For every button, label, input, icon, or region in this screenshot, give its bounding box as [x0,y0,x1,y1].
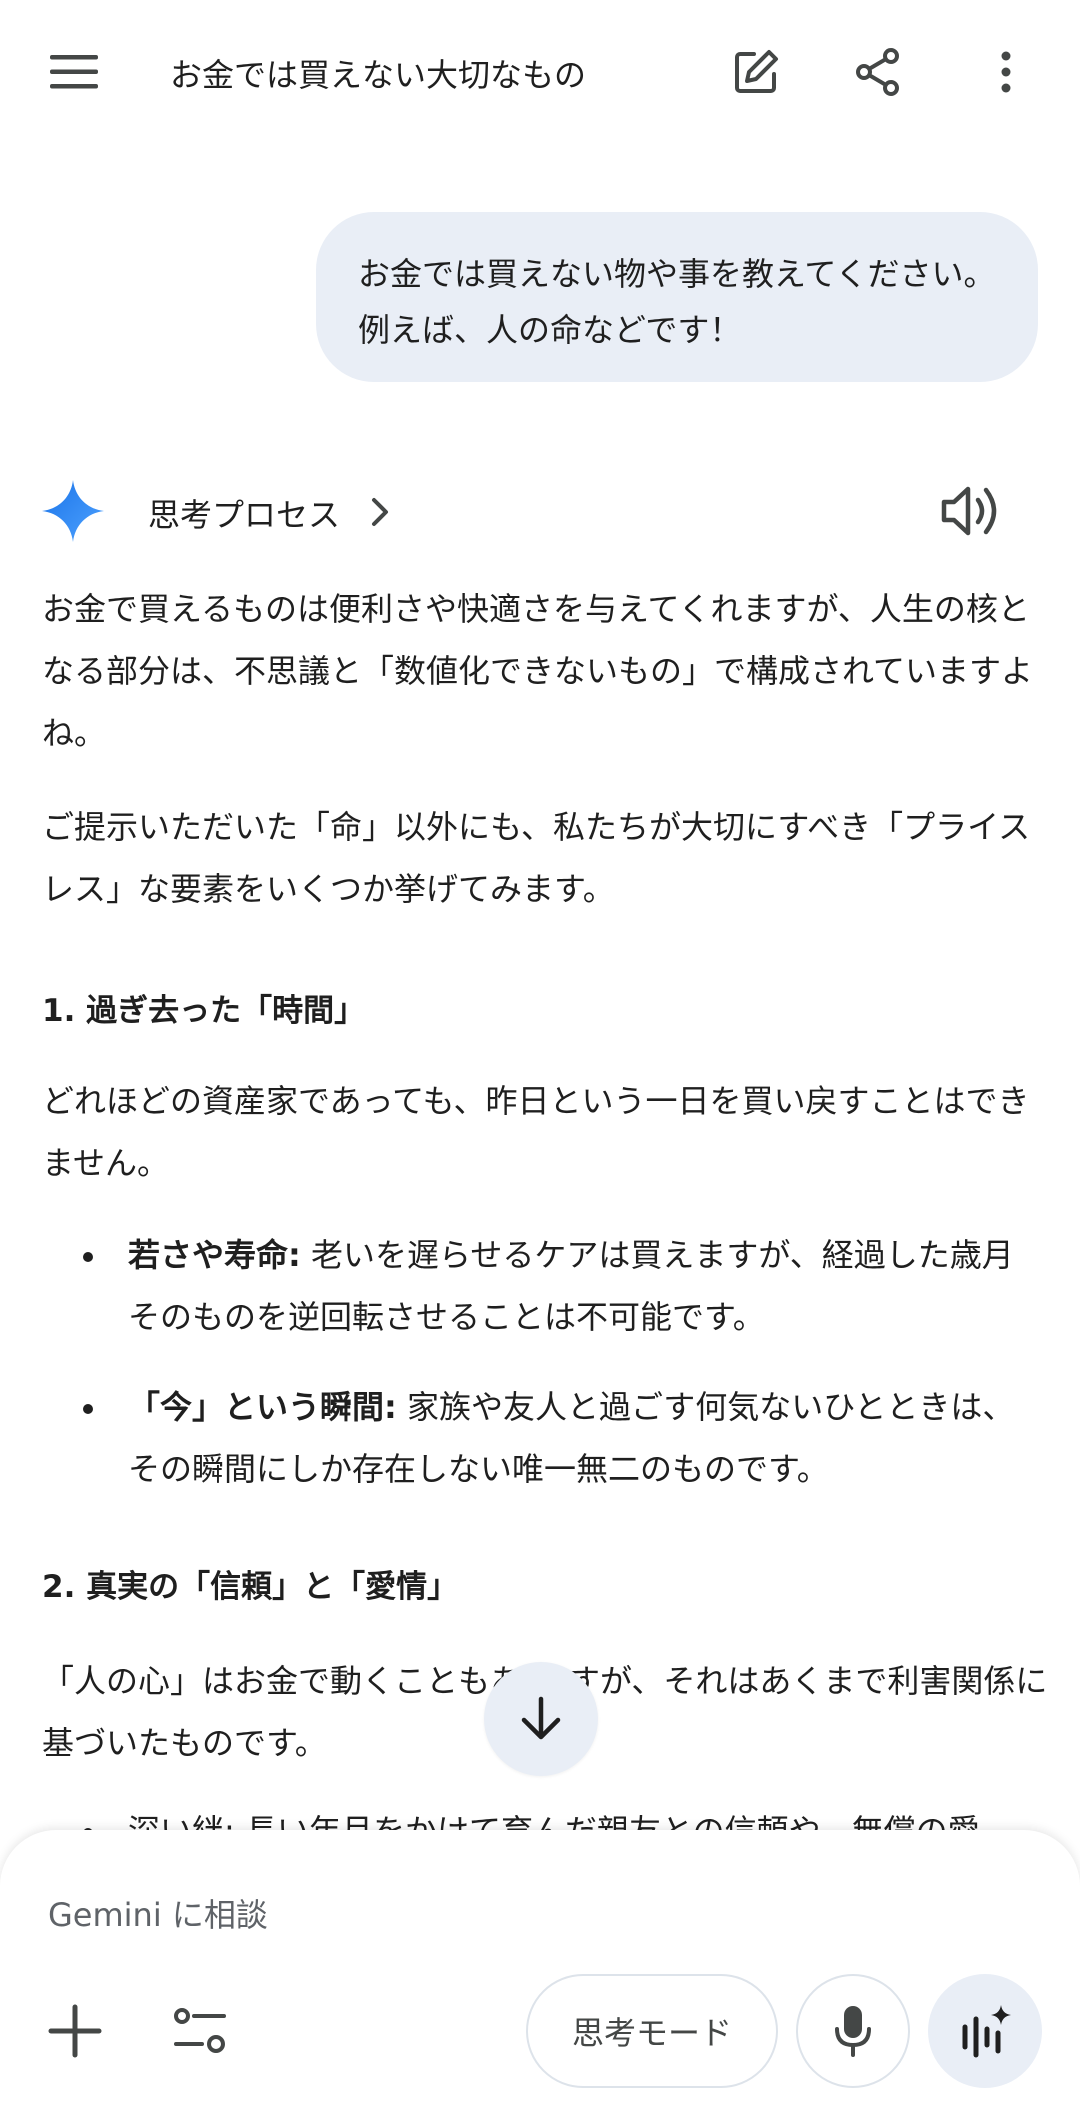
menu-button[interactable] [38,40,110,104]
section-2-text-a: 「人の心」はお金で動くこともあ [42,1662,523,1700]
response-paragraph-1: お金で買えるものは便利さや快適さを与えてくれますが、人生の核となる部分は、不思議… [42,590,1034,752]
edit-icon [735,50,778,93]
gemini-star-icon [42,480,104,542]
list-item: 若さや寿命: 老いを遅らせるケアは買えますが、経過した歳月そのものを逆回転させる… [83,1224,1028,1348]
response-paragraph-2: ご提示いただいた「命」以外にも、私たちが大切にすべき「プライスレス」な要素をいく… [42,808,1031,908]
more-options-button[interactable] [970,40,1042,104]
section-2-heading: 2. 真実の「信頼」と「愛情」 [42,1569,459,1605]
list-item: 「今」という瞬間: 家族や友人と過ごす何気ないひとときは、その瞬間にしか存在しな… [83,1376,1028,1500]
menu-icon [50,55,98,89]
share-button[interactable] [842,40,914,104]
scroll-down-icon [521,1696,561,1740]
thinking-process-toggle[interactable]: 思考プロセス [148,490,340,536]
top-app-bar: お金では買えない大切なもの [0,0,1080,146]
user-message-bubble: お金では買えない物や事を教えてください。 例えば、人の命などです！ [316,212,1038,382]
chevron-right-icon[interactable] [366,492,396,532]
user-message-line-1: お金では買えない物や事を教えてください。 [358,255,996,293]
user-message-line-2: 例えば、人の命などです！ [358,311,742,349]
tools-icon[interactable] [168,1998,234,2064]
prompt-input[interactable]: Gemini に相談 [48,1890,268,1936]
scroll-to-bottom-button[interactable] [484,1662,598,1776]
section-1-heading: 1. 過ぎ去った「時間」 [42,993,366,1029]
conversation-title: お金では買えない大切なもの [170,56,587,94]
thinking-mode-button[interactable]: 思考モード [526,1974,778,2088]
bullet-1-bold: 若さや寿命: [128,1236,301,1274]
microphone-button[interactable] [796,1974,910,2088]
live-icon [962,2005,1011,2058]
plus-icon[interactable] [42,1998,108,2064]
mic-icon [835,2006,871,2057]
speaker-icon[interactable] [940,480,1006,542]
share-icon [856,48,899,96]
bullet-2-bold: 「今」という瞬間: [128,1388,397,1426]
more-vert-icon [1001,51,1011,93]
section-1-text: どれほどの資産家であっても、昨日という一日を買い戻すことはできません。 [42,1082,1030,1182]
new-chat-button[interactable] [720,40,792,104]
prompt-input-panel: Gemini に相談 思考モード [0,1830,1080,2124]
live-mode-button[interactable] [928,1974,1042,2088]
